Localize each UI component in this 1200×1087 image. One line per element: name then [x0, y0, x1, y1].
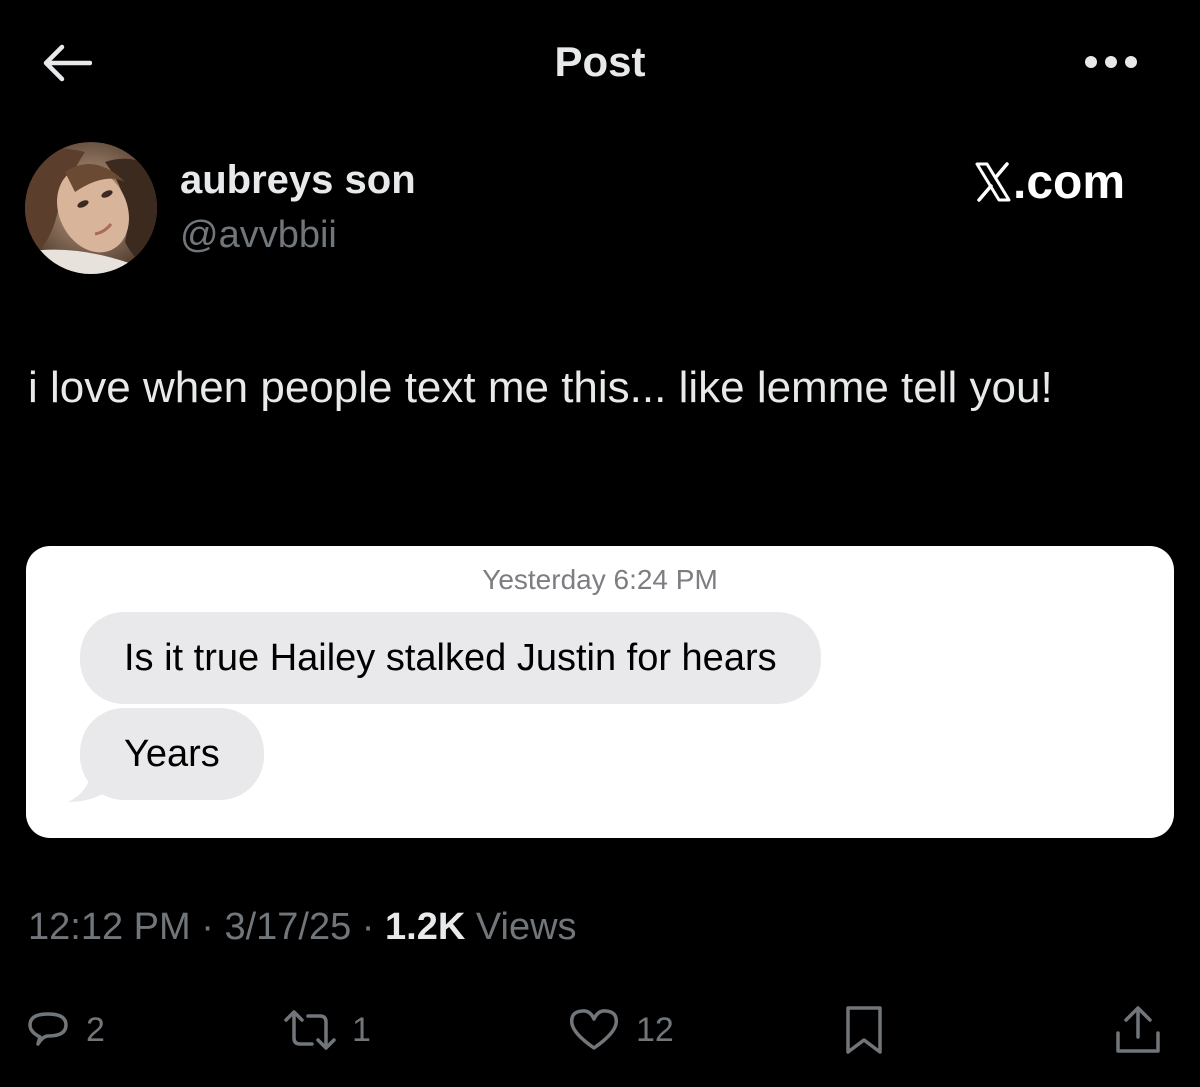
share-icon — [1116, 1006, 1160, 1053]
more-horizontal-icon — [1085, 56, 1137, 68]
x-com-watermark: .com — [975, 152, 1150, 212]
bookmark-button[interactable] — [840, 995, 888, 1065]
repost-count: 1 — [352, 1010, 371, 1049]
watermark-text: .com — [1013, 155, 1126, 209]
author-handle[interactable]: @avvbbii — [180, 214, 337, 257]
heart-icon — [569, 1009, 619, 1050]
post-meta: 12:12 PM · 3/17/25 · 1.2K Views — [28, 906, 577, 949]
avatar[interactable] — [25, 142, 157, 274]
views-label[interactable]: Views — [476, 906, 577, 948]
message-timestamp: Yesterday 6:24 PM — [482, 564, 718, 595]
page-title: Post — [554, 38, 646, 85]
message-bubble: Is it true Hailey stalked Justin for hea… — [80, 612, 821, 704]
author-display-name[interactable]: aubreys son — [180, 158, 416, 203]
profile-photo — [25, 142, 157, 274]
like-count: 12 — [636, 1010, 674, 1049]
post-time: 12:12 PM — [28, 906, 191, 948]
bookmark-icon — [846, 1006, 882, 1054]
action-bar: 2 1 12 — [0, 995, 1200, 1065]
post-date: 3/17/25 — [224, 906, 352, 948]
reply-icon — [28, 1012, 68, 1046]
top-bar: Post — [0, 0, 1200, 120]
views-count[interactable]: 1.2K — [385, 906, 465, 948]
message-bubble: Years — [80, 708, 264, 800]
more-options-button[interactable] — [1078, 40, 1144, 84]
meta-separator: · — [201, 906, 214, 948]
meta-separator: · — [361, 906, 375, 948]
x-logo-icon — [975, 162, 1011, 202]
repost-button[interactable]: 1 — [282, 995, 371, 1065]
reply-count: 2 — [86, 1010, 105, 1049]
reply-button[interactable]: 2 — [24, 995, 105, 1065]
share-button[interactable] — [1112, 995, 1164, 1065]
like-button[interactable]: 12 — [566, 995, 674, 1065]
repost-icon — [284, 1010, 336, 1050]
post-text: i love when people text me this... like … — [28, 363, 1053, 412]
message-screenshot[interactable]: Yesterday 6:24 PM Is it true Hailey stal… — [26, 546, 1174, 838]
